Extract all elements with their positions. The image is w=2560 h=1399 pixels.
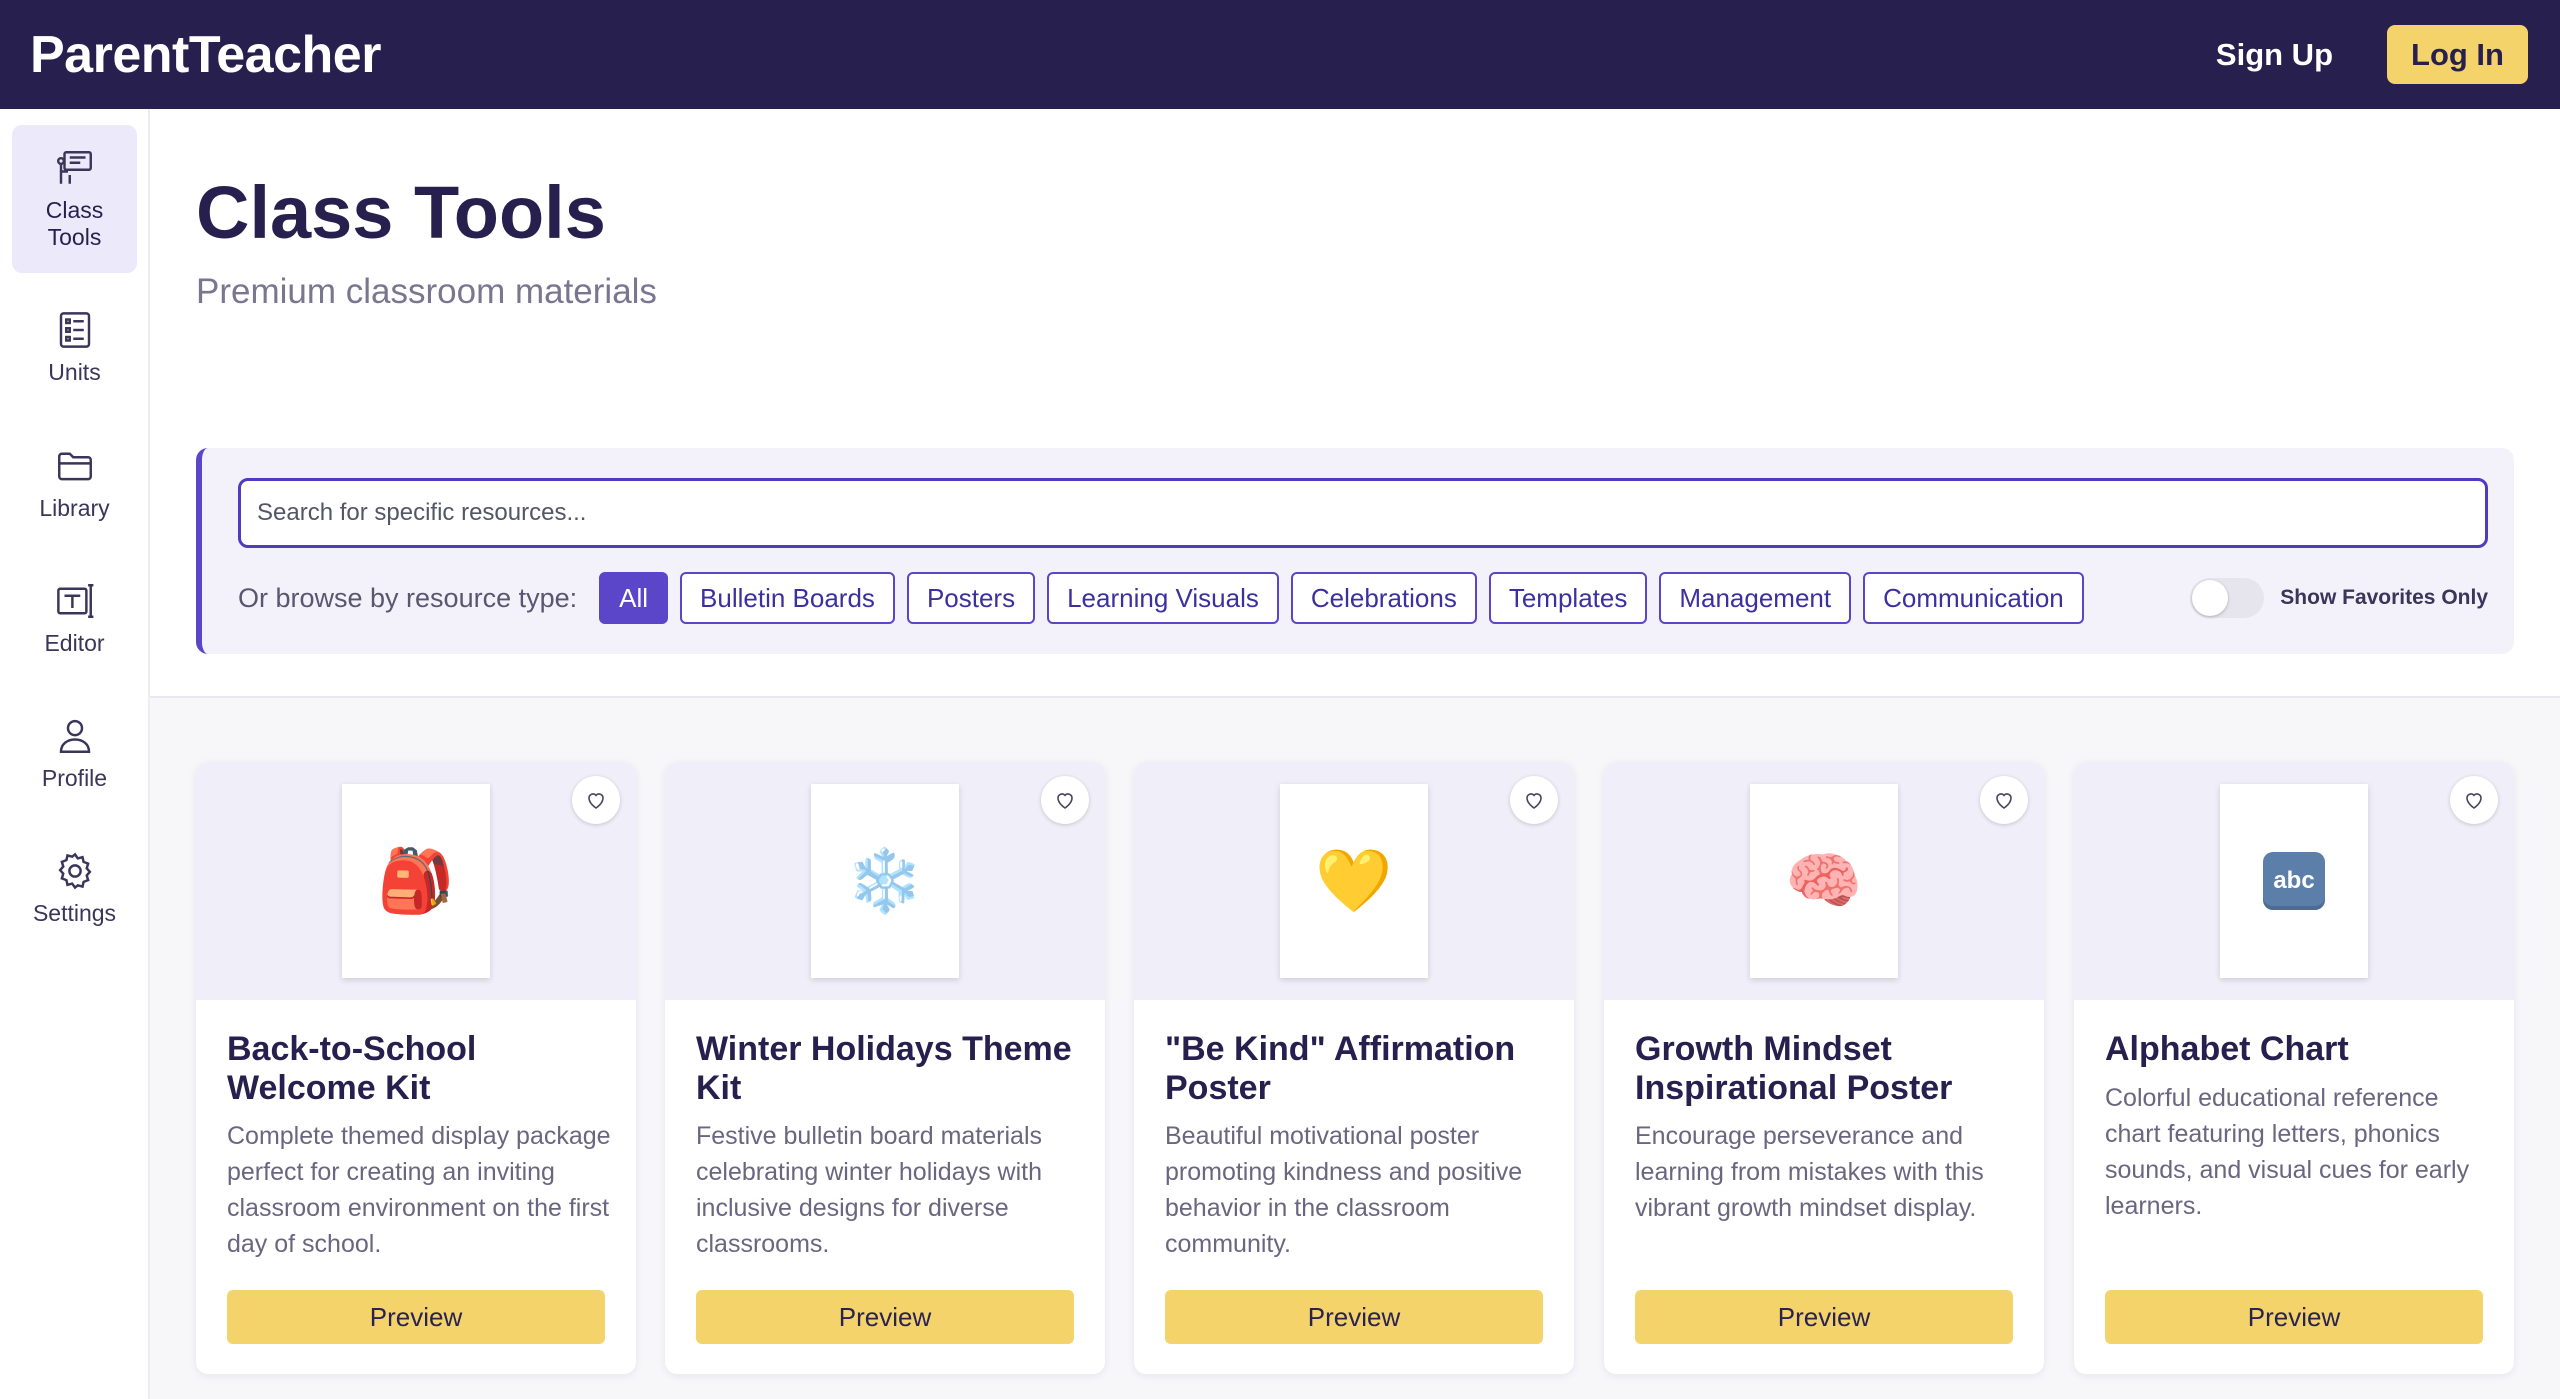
person-icon (59, 719, 90, 753)
search-input[interactable] (238, 478, 2488, 548)
card-media: abc (2074, 762, 2514, 1000)
favorite-button[interactable] (1980, 776, 2028, 824)
resource-card[interactable]: 🧠 Growth Mindset Inspirational Poster En… (1604, 762, 2044, 1374)
chip-all[interactable]: All (599, 572, 669, 624)
sidebar-item-label: Settings (32, 899, 117, 926)
log-in-button[interactable]: Log In (2387, 25, 2528, 84)
resource-card[interactable]: ❄️ Winter Holidays Theme Kit Festive bul… (665, 762, 1105, 1374)
chip-learning-visuals[interactable]: Learning Visuals (1047, 572, 1279, 624)
gear-icon (57, 852, 92, 889)
favorite-button[interactable] (1510, 776, 1558, 824)
chip-management[interactable]: Management (1659, 572, 1852, 624)
card-description: Beautiful motivational poster promoting … (1165, 1122, 1523, 1258)
page-subtitle: Premium classroom materials (196, 272, 657, 311)
sidebar-item-profile[interactable]: Profile (12, 679, 137, 827)
preview-button[interactable]: Preview (1165, 1290, 1543, 1344)
browse-label: Or browse by resource type: (238, 582, 578, 613)
page-title: Class Tools (196, 171, 606, 254)
heart-icon (2466, 793, 2482, 809)
resource-card[interactable]: 🎒 Back-to-School Welcome Kit Complete th… (196, 762, 636, 1374)
preview-button[interactable]: Preview (696, 1290, 1074, 1344)
list-icon (59, 311, 90, 348)
backpack-icon: 🎒 (342, 784, 490, 978)
resource-card[interactable]: 💛 "Be Kind" Affirmation Poster Beautiful… (1134, 762, 1574, 1374)
card-description: Colorful educational reference chart fea… (2105, 1084, 2470, 1220)
card-media: ❄️ (665, 762, 1105, 1000)
sidebar-item-label: Profile (41, 764, 108, 791)
yellow-heart-icon: 💛 (1280, 784, 1428, 978)
preview-button[interactable]: Preview (2105, 1290, 2483, 1344)
card-media: 💛 (1134, 762, 1574, 1000)
chip-posters[interactable]: Posters (906, 572, 1036, 624)
text-editor-icon (56, 583, 93, 618)
snowflake-icon: ❄️ (811, 784, 959, 978)
favorites-toggle[interactable] (2190, 578, 2265, 618)
favorites-label: Show Favorites Only (2280, 586, 2488, 609)
heart-icon (1526, 793, 1542, 809)
presentation-board-icon (56, 151, 92, 184)
favorite-button[interactable] (2450, 776, 2498, 824)
card-title: Winter Holidays Theme Kit (696, 1030, 1072, 1107)
header-actions: Sign Up Log In (2216, 25, 2530, 84)
sign-up-button[interactable]: Sign Up (2216, 37, 2333, 73)
favorite-button[interactable] (1041, 776, 1089, 824)
card-title: "Be Kind" Affirmation Poster (1165, 1030, 1516, 1107)
favorite-button[interactable] (572, 776, 620, 824)
sidebar-item-label: Library (39, 494, 110, 521)
resource-card[interactable]: abc Alphabet Chart Colorful educational … (2074, 762, 2514, 1374)
card-title: Back-to-School Welcome Kit (227, 1030, 477, 1107)
sidebar-item-label: Class Tools (45, 197, 104, 250)
sidebar: Class Tools Units Library Editor Profile (0, 109, 150, 1399)
sidebar-item-class-tools[interactable]: Class Tools (12, 125, 137, 273)
card-title: Alphabet Chart (2105, 1030, 2349, 1068)
card-description: Complete themed display package perfect … (227, 1122, 611, 1258)
chip-celebrations[interactable]: Celebrations (1290, 572, 1477, 624)
resource-type-filter: Or browse by resource type: All Bulletin… (238, 572, 2488, 624)
card-description: Encourage perseverance and learning from… (1635, 1122, 1984, 1222)
preview-button[interactable]: Preview (227, 1290, 605, 1344)
card-media: 🧠 (1604, 762, 2044, 1000)
card-description: Festive bulletin board materials celebra… (696, 1122, 1043, 1258)
card-media: 🎒 (196, 762, 636, 1000)
sidebar-item-editor[interactable]: Editor (12, 544, 137, 692)
sidebar-item-settings[interactable]: Settings (12, 814, 137, 962)
card-title: Growth Mindset Inspirational Poster (1635, 1030, 1953, 1107)
toggle-knob (2192, 580, 2229, 616)
favorites-filter: Show Favorites Only (2190, 578, 2488, 618)
sidebar-item-label: Units (48, 358, 101, 385)
chip-bulletin-boards[interactable]: Bulletin Boards (680, 572, 895, 624)
chip-templates[interactable]: Templates (1488, 572, 1648, 624)
sidebar-item-units[interactable]: Units (12, 273, 137, 421)
app-logo[interactable]: ParentTeacher (30, 25, 381, 85)
filter-panel: Or browse by resource type: All Bulletin… (196, 448, 2514, 654)
heart-icon (1057, 793, 1073, 809)
card-thumbnail: abc (2220, 784, 2368, 978)
brain-icon: 🧠 (1750, 784, 1898, 978)
preview-button[interactable]: Preview (1635, 1290, 2013, 1344)
heart-icon (588, 793, 604, 809)
sidebar-item-label: Editor (44, 629, 105, 656)
chip-communication[interactable]: Communication (1863, 572, 2084, 624)
heart-icon (1996, 793, 2012, 809)
sidebar-item-library[interactable]: Library (12, 409, 137, 557)
abc-icon: abc (2263, 852, 2325, 910)
top-header: ParentTeacher Sign Up Log In (0, 0, 2560, 109)
folder-icon (57, 452, 92, 480)
